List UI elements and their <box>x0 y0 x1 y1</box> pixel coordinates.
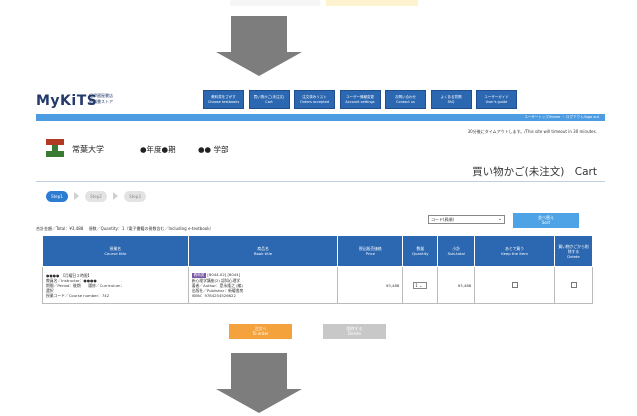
col-quantity: 数量 Quantity <box>402 235 439 267</box>
academic-term: ●年度●期 <box>140 145 176 154</box>
price-cell: ¥3,488 <box>337 266 404 304</box>
sort-button[interactable]: 並べ替え Sort <box>513 213 579 228</box>
book-code: [6044-02] [6044] <box>207 272 241 277</box>
sort-order-select[interactable]: コード(昇順) ⌄ <box>428 215 505 224</box>
step-arrow-icon <box>113 192 118 200</box>
table-header-row: 授業名 Course title 商品名 Book title 税込販売価格 Pric… <box>42 235 593 267</box>
keep-item-checkbox[interactable] <box>511 281 518 288</box>
university-name: 常葉大学 <box>72 145 104 154</box>
cart-page-screenshot: MyKiTS 紀伊國屋書店 教科書ストア 教科書をさがす Choose textb… <box>36 86 605 348</box>
col-subtotal: 小計 Sub-total <box>437 235 476 267</box>
breadcrumb-bar: ユーザートップ/Home ・ ログアウト/logo out <box>36 114 605 121</box>
nav-account-settings[interactable]: ユーザー情報変更 Account settings <box>339 90 381 109</box>
nav-cart[interactable]: 買い物かご(未注文) Cart <box>248 90 290 109</box>
breadcrumb[interactable]: ユーザートップ/Home ・ ログアウト/logo out <box>524 115 599 120</box>
university-logo <box>46 139 64 157</box>
nav-contact-us[interactable]: お問い合わせ Contact us <box>385 90 426 109</box>
timeout-notice: 30分後にタイムアウトします。/This site will timeout i… <box>467 129 597 134</box>
step-3: Step3 <box>124 190 146 202</box>
chevron-down-icon: ⌄ <box>497 216 502 222</box>
col-keep-item: あとで買う Keep the item <box>474 235 556 267</box>
divider <box>36 181 605 182</box>
logo-subtitle: 紀伊國屋書店 教科書ストア <box>89 93 113 104</box>
keep-item-cell <box>474 266 556 304</box>
nav-faq[interactable]: よくある質問 FAQ <box>430 90 472 109</box>
top-cropped-banner <box>230 0 460 8</box>
page-title: 買い物かご(未注文) Cart <box>472 166 597 178</box>
faculty-name: ●● 学部 <box>198 145 229 154</box>
delete-button[interactable]: 削除する Delete <box>323 324 386 339</box>
table-row: ●●●● 【月曜日２時限】 教員名／Instructor：●●●● 期間／Per… <box>42 266 593 304</box>
down-arrow-icon <box>216 16 302 76</box>
col-course-title: 授業名 Course title <box>42 235 189 267</box>
course-cell: ●●●● 【月曜日２時限】 教員名／Instructor：●●●● 期間／Per… <box>42 266 189 304</box>
cart-totals: 合計金額／Total：¥3,488 冊数／Quantity：1（電子書籍の冊数含… <box>36 226 214 231</box>
step-arrow-icon <box>74 192 79 200</box>
main-nav: 教科書をさがす Choose textbooks 買い物かご(未注文) Cart 注… <box>203 90 605 109</box>
delete-checkbox[interactable] <box>570 281 577 288</box>
nav-users-guide[interactable]: ユーザーガイド User's guide <box>476 90 517 109</box>
subtotal-cell: ¥3,488 <box>437 266 476 304</box>
nav-choose-textbooks[interactable]: 教科書をさがす Choose textbooks <box>203 90 244 109</box>
nav-orders-accepted[interactable]: 注文済みリスト Orders accepted <box>294 90 335 109</box>
cart-table: 授業名 Course title 商品名 Book title 税込販売価格 Pric… <box>42 235 593 304</box>
col-price: 税込販売価格 Price <box>337 235 404 267</box>
book-cell: 教科書 [6044-02] [6044] 新心理学講座(2) 認知心理学 著者／… <box>187 266 339 304</box>
col-delete: 買い物かごから削除する Delete <box>554 235 593 267</box>
to-order-button[interactable]: 注文へ To order <box>229 324 292 339</box>
step-indicator: Step1 Step2 Step3 <box>46 190 146 202</box>
step-1: Step1 <box>46 190 68 202</box>
delete-cell <box>554 266 593 304</box>
quantity-cell: 1 ⌄ <box>402 266 439 304</box>
step-2: Step2 <box>85 190 107 202</box>
down-arrow-icon <box>216 353 302 416</box>
quantity-select[interactable]: 1 ⌄ <box>413 281 428 289</box>
col-book-title: 商品名 Book title <box>187 235 339 267</box>
